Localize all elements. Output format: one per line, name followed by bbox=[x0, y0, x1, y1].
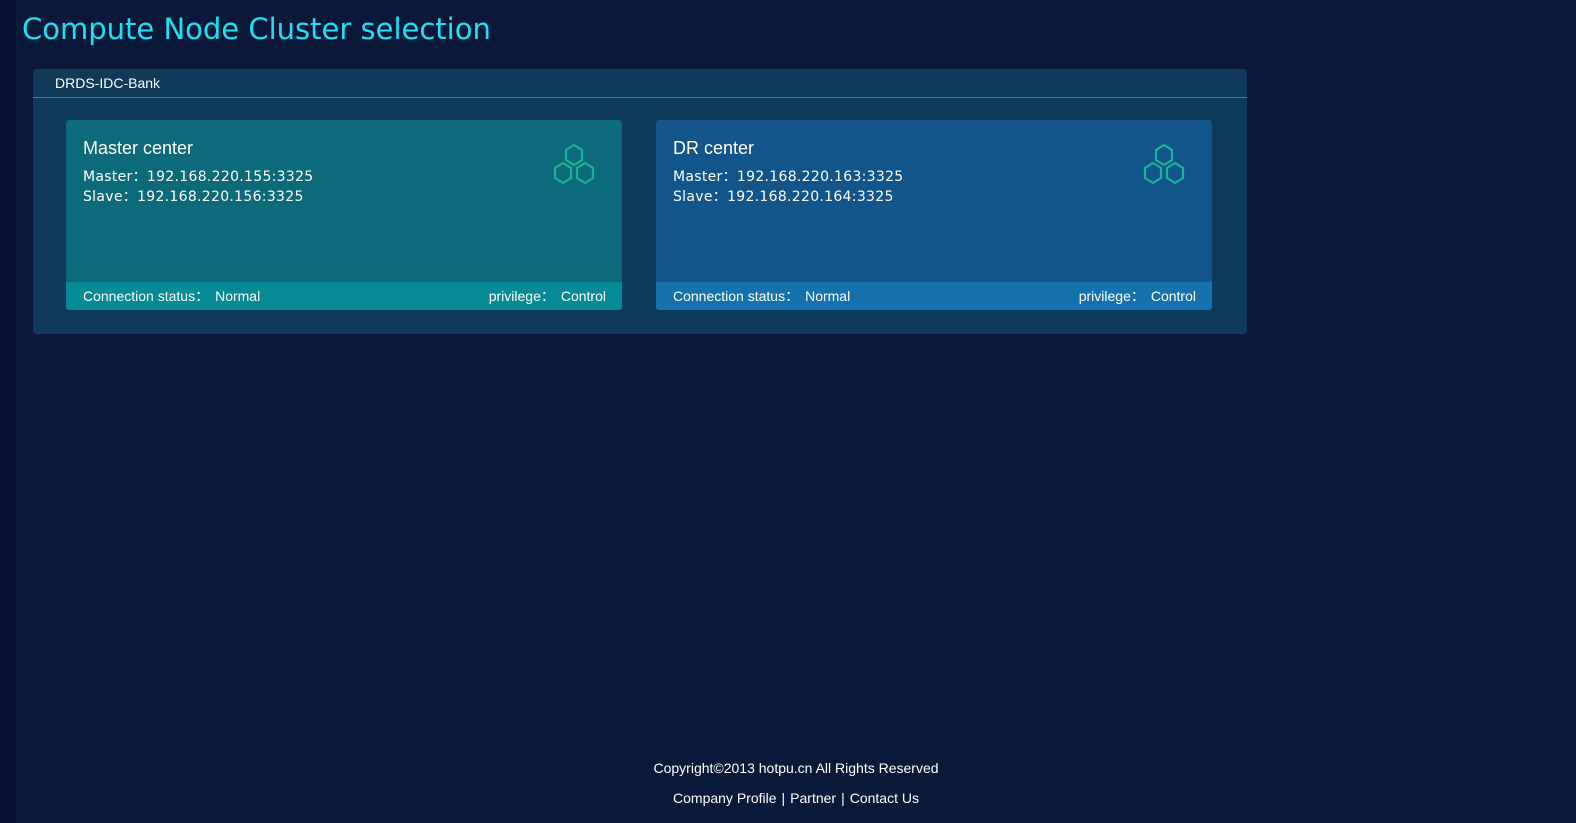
left-sidebar-strip bbox=[0, 0, 16, 823]
privilege-label: privilege： bbox=[488, 288, 555, 304]
slave-address-label: Slave： bbox=[83, 189, 138, 205]
card-title: Master center bbox=[83, 138, 194, 158]
slave-address: Slave：192.168.220.156:3325 bbox=[83, 186, 304, 206]
hexagon-cluster-icon bbox=[553, 143, 595, 185]
link-separator: | bbox=[841, 790, 845, 806]
connection-status-value: Normal bbox=[805, 288, 851, 304]
slave-address: Slave：192.168.220.164:3325 bbox=[673, 186, 894, 206]
link-separator: | bbox=[781, 790, 786, 806]
slave-address-value: 192.168.220.164:3325 bbox=[727, 189, 894, 205]
master-center-card[interactable]: Master center Master：192.168.220.155:332… bbox=[66, 120, 622, 310]
privilege: privilege： Control bbox=[489, 282, 606, 310]
footer-links: Company Profile | Partner | Contact Us bbox=[16, 788, 1576, 808]
cluster-group-panel: DRDS-IDC-Bank Master center Master：192.1… bbox=[33, 69, 1247, 334]
card-footer: Connection status： Normal privilege： Contr… bbox=[66, 282, 622, 310]
partner-link[interactable]: Partner bbox=[790, 790, 836, 806]
dr-center-card[interactable]: DR center Master：192.168.220.163:3325 Sl… bbox=[656, 120, 1212, 310]
connection-status-label: Connection status： bbox=[83, 288, 210, 304]
connection-status-value: Normal bbox=[215, 288, 261, 304]
card-title: DR center bbox=[673, 138, 755, 158]
copyright-text: Copyright©2013 hotpu.cn All Rights Reser… bbox=[653, 760, 939, 776]
connection-status: Connection status： Normal bbox=[83, 282, 260, 310]
master-address: Master：192.168.220.163:3325 bbox=[673, 166, 904, 186]
privilege-value: Control bbox=[560, 288, 606, 304]
slave-address-label: Slave： bbox=[673, 189, 728, 205]
master-address-value: 192.168.220.163:3325 bbox=[736, 169, 904, 185]
connection-status-label: Connection status： bbox=[673, 288, 800, 304]
cluster-group-header: DRDS-IDC-Bank bbox=[33, 69, 1247, 98]
connection-status: Connection status： Normal bbox=[673, 282, 850, 310]
company-profile-link[interactable]: Company Profile bbox=[673, 790, 777, 806]
contact-us-link[interactable]: Contact Us bbox=[850, 790, 919, 806]
master-address: Master：192.168.220.155:3325 bbox=[83, 166, 314, 186]
slave-address-value: 192.168.220.156:3325 bbox=[137, 189, 304, 205]
page-title: Compute Node Cluster selection bbox=[22, 12, 491, 46]
privilege-value: Control bbox=[1150, 288, 1196, 304]
privilege: privilege： Control bbox=[1079, 282, 1196, 310]
master-address-label: Master： bbox=[673, 169, 737, 185]
site-footer: Copyright©2013 hotpu.cn All Rights Reser… bbox=[16, 758, 1576, 808]
master-address-value: 192.168.220.155:3325 bbox=[146, 169, 314, 185]
card-footer: Connection status： Normal privilege： Contr… bbox=[656, 282, 1212, 310]
master-address-label: Master： bbox=[83, 169, 147, 185]
privilege-label: privilege： bbox=[1078, 288, 1145, 304]
hexagon-cluster-icon bbox=[1143, 143, 1185, 185]
